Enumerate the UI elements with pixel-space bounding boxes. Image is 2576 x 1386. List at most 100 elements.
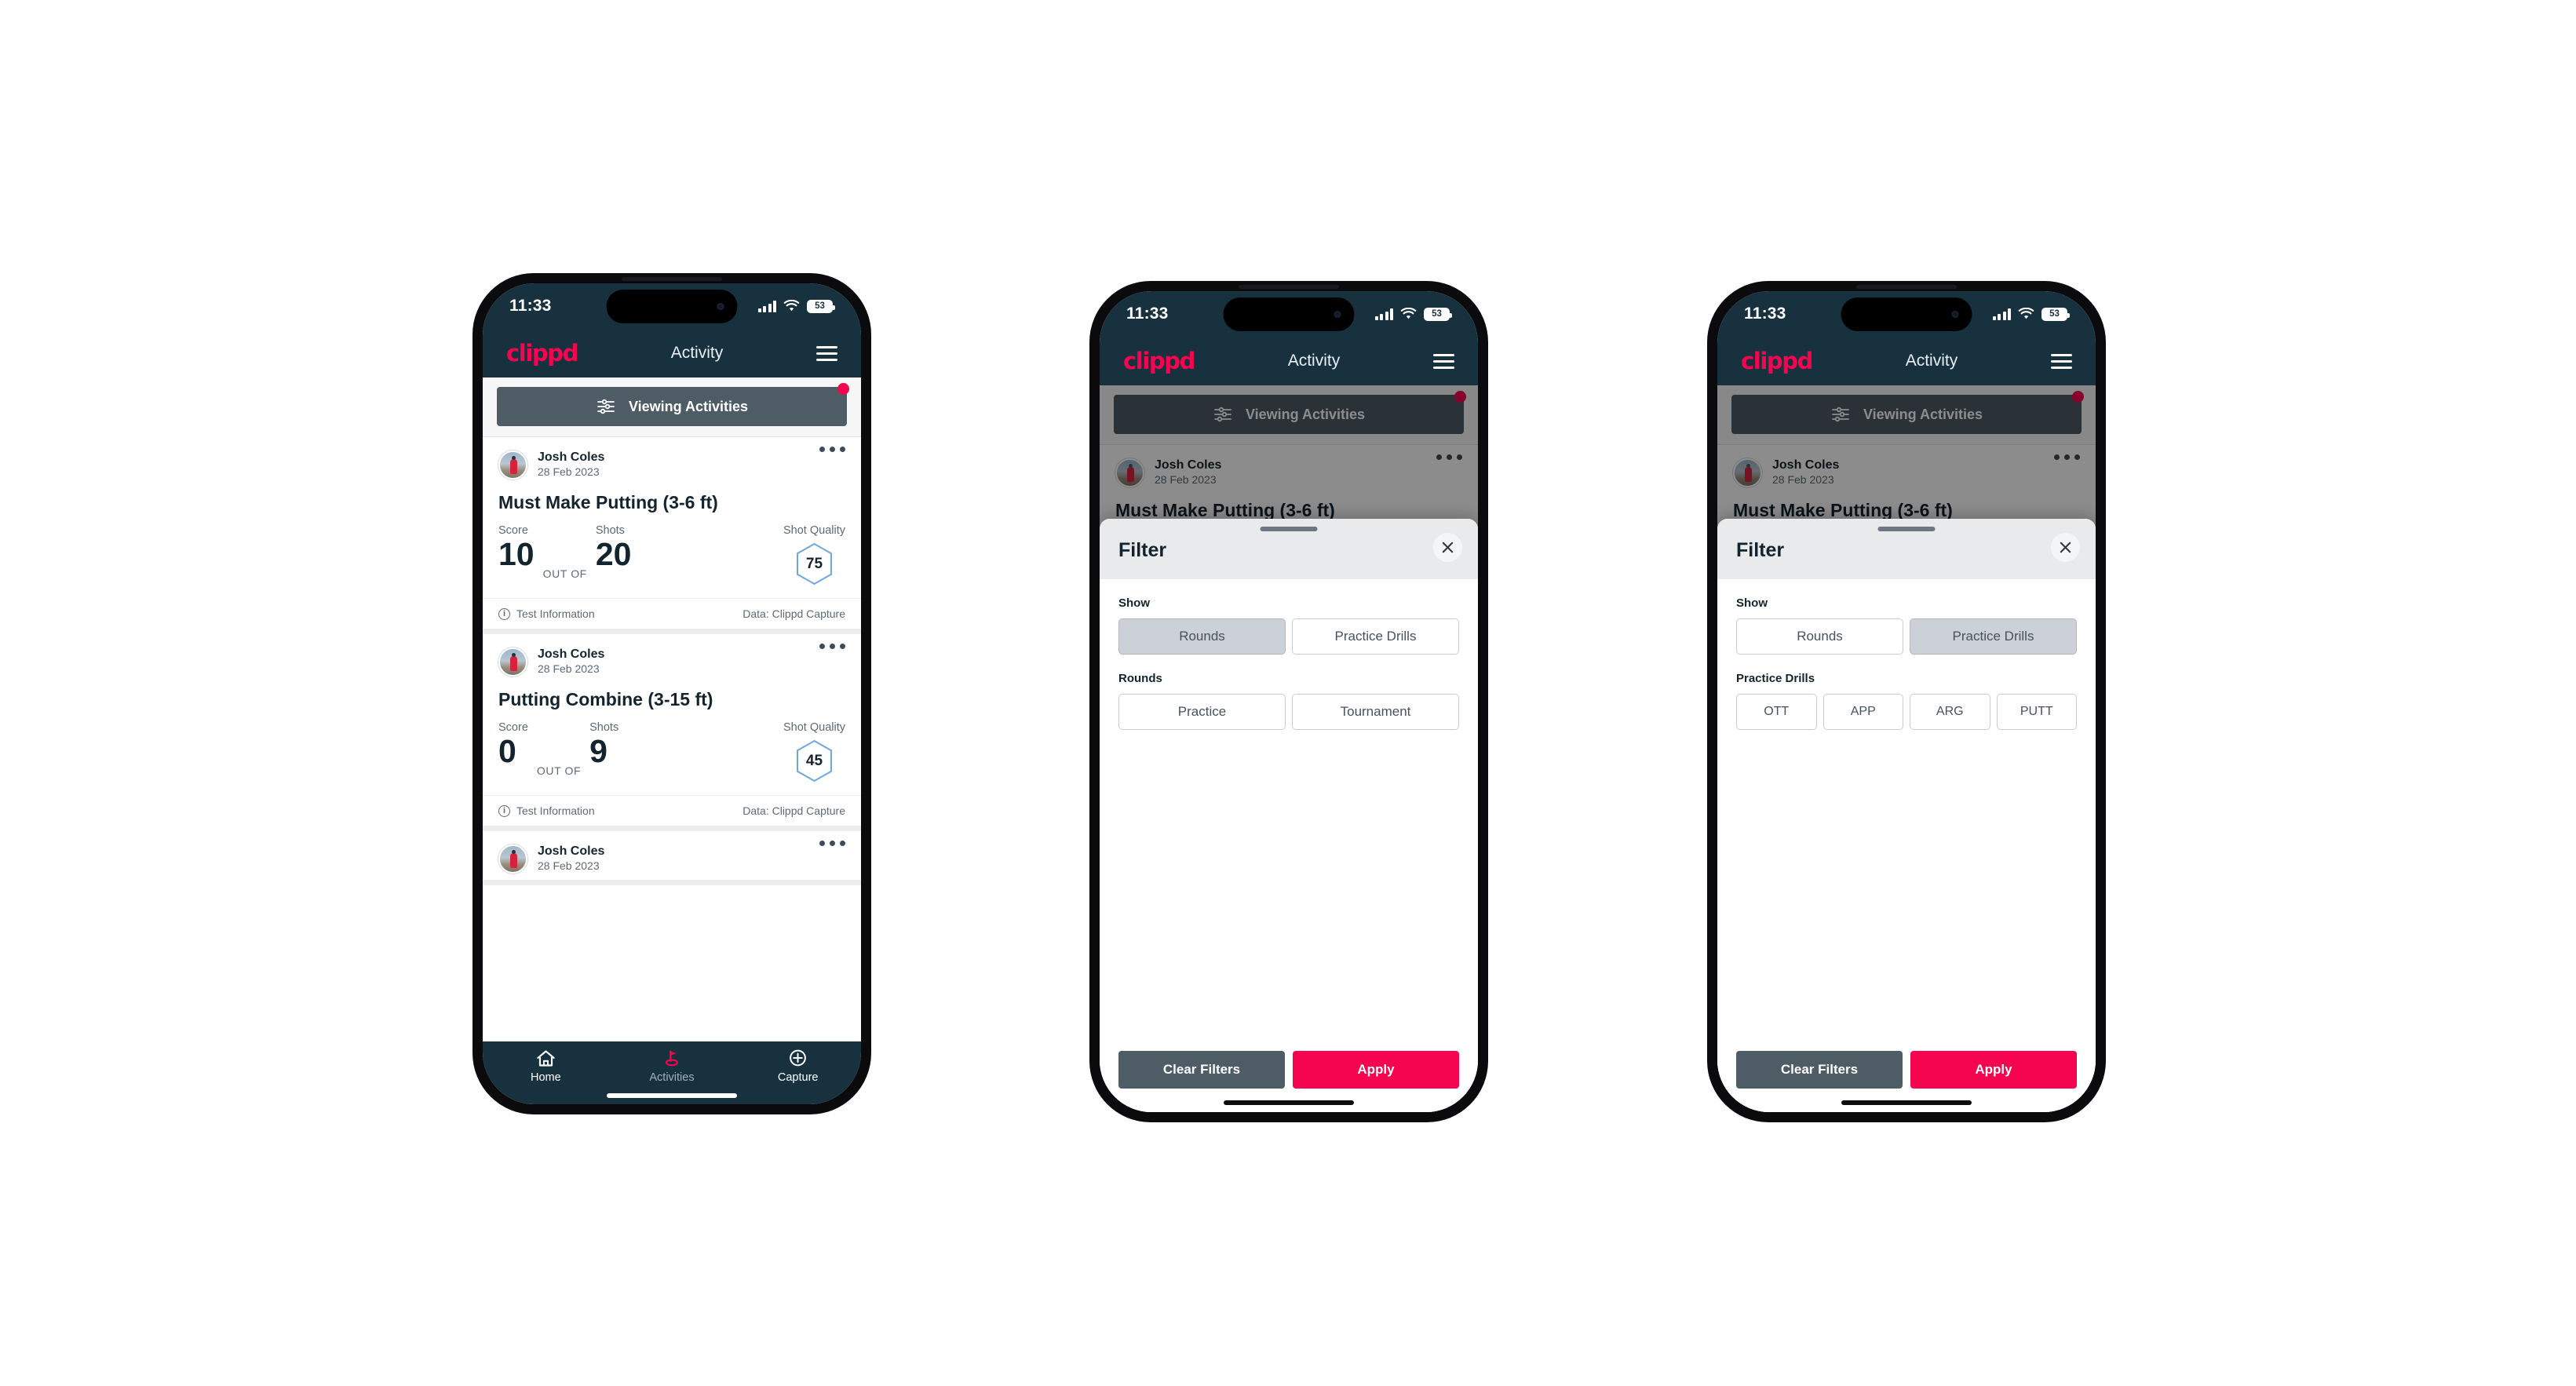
close-button[interactable] [2051, 533, 2080, 562]
show-option-rounds[interactable]: Rounds [1118, 618, 1286, 655]
apply-button[interactable]: Apply [1910, 1051, 2077, 1089]
show-option-practice-drills[interactable]: Practice Drills [1292, 618, 1459, 655]
drill-option-ott[interactable]: OTT [1736, 694, 1817, 730]
battery-indicator: 53 [1424, 307, 1452, 321]
hamburger-menu-icon[interactable] [816, 345, 837, 361]
status-bar: 11:33 53 [1100, 291, 1478, 337]
card-user-block: Josh Coles 28 Feb 2023 [538, 647, 604, 677]
bottom-navigation: Home Activities Capture [483, 1041, 861, 1104]
test-information[interactable]: i Test Information [498, 607, 595, 620]
plus-circle-icon [790, 1049, 807, 1067]
cellular-signal-icon [1374, 308, 1393, 320]
shot-quality-label: Shot Quality [783, 524, 845, 538]
activity-card[interactable]: Josh Coles 28 Feb 2023 [483, 831, 861, 886]
status-indicators: 53 [1992, 307, 2070, 321]
show-option-rounds[interactable]: Rounds [1736, 618, 1903, 655]
phone-3-screen: 11:33 53 clippd Activity Viewing Activit… [1717, 291, 2096, 1112]
nav-label-activities: Activities [649, 1071, 695, 1084]
filter-title: Filter [1118, 539, 1167, 561]
shots-stat: Shots 20 [596, 524, 632, 571]
info-icon: i [498, 804, 510, 817]
shot-quality-stat: Shot Quality 75 [783, 524, 845, 585]
phone-1-activity-list: 11:33 53 clippd Activity Viewing Activit… [469, 270, 874, 1118]
drill-option-arg[interactable]: ARG [1910, 694, 1990, 730]
close-x-icon [1442, 542, 1454, 553]
avatar [498, 844, 527, 874]
out-of-label: OUT OF [542, 567, 587, 581]
clippd-logo: clippd [1741, 348, 1813, 374]
sheet-drag-handle[interactable] [1877, 527, 1936, 531]
rounds-option-tournament[interactable]: Tournament [1292, 694, 1459, 730]
golf-flag-icon [665, 1050, 678, 1067]
screenshot-canvas: 11:33 53 clippd Activity Viewing Activit… [0, 0, 2576, 1386]
sheet-drag-handle[interactable] [1260, 527, 1318, 531]
status-bar: 11:33 53 [483, 283, 861, 329]
show-section-label: Show [1118, 596, 1150, 610]
phone-2-screen: 11:33 53 clippd Activity Viewing Activit… [1100, 291, 1478, 1112]
shot-quality-value: 75 [805, 555, 823, 572]
hamburger-menu-icon[interactable] [1433, 353, 1454, 369]
cellular-signal-icon [757, 300, 776, 312]
filter-sheet: Filter Show Rounds Practice Drills Pract… [1717, 519, 2096, 1112]
card-overflow-menu-icon[interactable] [819, 644, 845, 650]
shots-label: Shots [589, 721, 619, 735]
practice-drills-section-label: Practice Drills [1736, 672, 1815, 685]
hamburger-menu-icon[interactable] [2051, 353, 2072, 369]
nav-item-home[interactable]: Home [483, 1049, 609, 1084]
card-header: Josh Coles 28 Feb 2023 [483, 831, 861, 880]
app-header: clippd Activity [483, 329, 861, 378]
clear-filters-button[interactable]: Clear Filters [1118, 1051, 1285, 1089]
avatar [498, 647, 527, 677]
wifi-icon [783, 300, 800, 312]
rounds-option-practice[interactable]: Practice [1118, 694, 1286, 730]
shot-quality-hexagon: 45 [795, 739, 834, 782]
score-stat: Score 10 [498, 524, 535, 571]
activity-title: Must Make Putting (3-6 ft) [498, 492, 718, 513]
drill-option-putt[interactable]: PUTT [1996, 694, 2077, 730]
data-source-label: Data: Clippd Capture [743, 804, 845, 818]
nav-label-capture: Capture [777, 1071, 819, 1084]
score-stat: Score 0 [498, 721, 528, 768]
battery-indicator: 53 [2041, 307, 2070, 321]
dynamic-island [1841, 297, 1972, 331]
drill-option-app[interactable]: APP [1823, 694, 1903, 730]
nav-item-capture[interactable]: Capture [735, 1049, 861, 1084]
user-name: Josh Coles [538, 844, 605, 859]
shot-quality-label: Shot Quality [783, 721, 845, 735]
dynamic-island [606, 290, 738, 323]
activity-card[interactable]: Josh Coles 28 Feb 2023 Putting Combine (… [483, 634, 861, 832]
card-stats: Score 0 OUT OF Shots 9 Shot Quality 45 [483, 721, 861, 795]
test-information-label: Test Information [516, 804, 595, 818]
filter-title: Filter [1736, 539, 1785, 561]
info-icon: i [498, 607, 510, 620]
avatar [498, 450, 527, 480]
card-footer: i Test Information Data: Clippd Capture [483, 795, 861, 826]
nav-item-activities[interactable]: Activities [609, 1049, 735, 1084]
card-user-block: Josh Coles 28 Feb 2023 [538, 844, 604, 874]
test-information[interactable]: i Test Information [498, 804, 595, 817]
show-options-row: Rounds Practice Drills [1736, 618, 2077, 655]
card-user-block: Josh Coles 28 Feb 2023 [538, 450, 604, 480]
filter-sheet-body: Show Rounds Practice Drills Rounds Pract… [1100, 579, 1478, 1051]
card-overflow-menu-icon[interactable] [819, 841, 845, 847]
show-options-row: Rounds Practice Drills [1118, 618, 1459, 655]
filter-active-badge [837, 383, 849, 395]
score-value: 0 [498, 733, 516, 770]
page-title: Activity [670, 344, 724, 362]
clear-filters-button[interactable]: Clear Filters [1736, 1051, 1903, 1089]
activity-card[interactable]: Josh Coles 28 Feb 2023 Must Make Putting… [483, 437, 861, 635]
close-button[interactable] [1433, 533, 1462, 562]
status-indicators: 53 [1374, 307, 1452, 321]
card-overflow-menu-icon[interactable] [819, 447, 845, 452]
activity-date: 28 Feb 2023 [538, 662, 600, 676]
app-header: clippd Activity [1717, 337, 2096, 385]
filter-sheet-header: Filter [1717, 519, 2096, 579]
apply-button[interactable]: Apply [1293, 1051, 1459, 1089]
show-option-practice-drills[interactable]: Practice Drills [1910, 618, 2077, 655]
viewing-activities-button[interactable]: Viewing Activities [497, 383, 849, 426]
home-indicator [1224, 1100, 1354, 1105]
shots-stat: Shots 9 [589, 721, 618, 768]
show-section-label: Show [1736, 596, 1768, 610]
status-time: 11:33 [509, 297, 552, 315]
activity-feed[interactable]: Josh Coles 28 Feb 2023 Must Make Putting… [483, 437, 861, 1041]
